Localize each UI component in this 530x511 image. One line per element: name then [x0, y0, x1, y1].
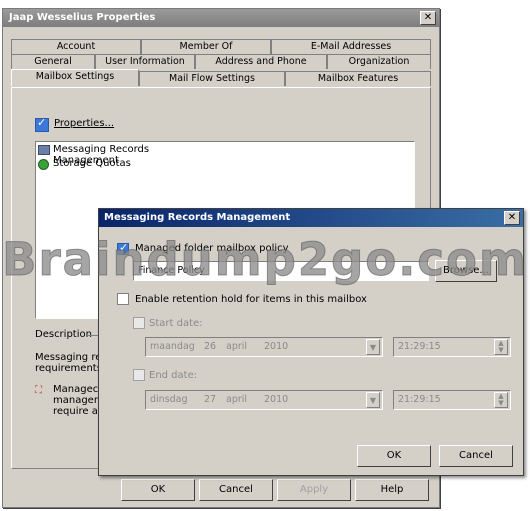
end-day: dinsdag — [150, 394, 188, 405]
managed-folder-checkbox[interactable] — [117, 241, 129, 255]
end-date-checkbox[interactable] — [133, 369, 145, 381]
spin-icon[interactable]: ▲ ▼ — [494, 392, 508, 408]
storage-icon — [38, 159, 49, 170]
list-item[interactable]: Storage Quotas — [38, 158, 218, 172]
end-year: 2010 — [264, 394, 289, 405]
end-date-picker[interactable]: dinsdag 27 april 2010 ▼ — [145, 390, 383, 410]
tab-general[interactable]: General — [11, 54, 95, 69]
warning-icon: ⛶ — [35, 385, 42, 396]
cancel-button[interactable]: Cancel — [199, 479, 273, 501]
description-bullet: managen — [53, 395, 101, 406]
description-text: requirements — [35, 363, 102, 374]
end-day-number: 27 — [204, 394, 217, 405]
chevron-down-icon[interactable]: ▼ — [366, 392, 380, 408]
window-title: Jaap Wesselius Properties — [9, 12, 156, 23]
start-month: april — [226, 341, 248, 352]
tab-member-of[interactable]: Member Of — [141, 39, 271, 54]
description-bullet: Managec — [53, 384, 99, 395]
spin-icon[interactable]: ▲ ▼ — [494, 339, 508, 355]
end-time-field[interactable]: 21:29:15 ▲ ▼ — [393, 390, 511, 410]
records-icon — [38, 145, 50, 155]
dialog-cancel-button[interactable]: Cancel — [439, 445, 513, 467]
start-time: 21:29:15 — [398, 341, 441, 352]
start-date-picker[interactable]: maandag 26 april 2010 ▼ — [145, 337, 383, 357]
start-day-number: 26 — [204, 341, 217, 352]
description-text: Messaging re — [35, 352, 102, 363]
managed-folder-label: Managed folder mailbox policy — [135, 243, 289, 254]
dialog-title: Messaging Records Management — [104, 212, 291, 223]
tab-organization[interactable]: Organization — [327, 54, 431, 69]
dialog-close-button[interactable]: ✕ — [504, 211, 520, 225]
properties-button[interactable]: Properties... — [35, 116, 155, 133]
help-button[interactable]: Help — [355, 479, 429, 501]
tab-user-information[interactable]: User Information — [95, 54, 195, 69]
tab-account[interactable]: Account — [11, 39, 141, 54]
properties-icon — [35, 116, 49, 132]
chevron-down-icon[interactable]: ▼ — [366, 339, 380, 355]
list-item[interactable]: Messaging Records Management — [38, 144, 218, 166]
tab-address-and-phone[interactable]: Address and Phone — [195, 54, 327, 69]
records-management-dialog: Messaging Records Management ✕ Managed f… — [98, 208, 524, 476]
start-time-field[interactable]: 21:29:15 ▲ ▼ — [393, 337, 511, 357]
retention-hold-checkbox[interactable] — [117, 293, 129, 305]
start-year: 2010 — [264, 341, 289, 352]
close-button[interactable]: ✕ — [420, 11, 436, 25]
properties-label: Properties... — [54, 118, 115, 129]
end-month: april — [226, 394, 248, 405]
description-bullet: require ar — [53, 406, 102, 417]
policy-field[interactable]: Finance Policy — [133, 261, 429, 281]
start-date-checkbox[interactable] — [133, 317, 145, 329]
end-time: 21:29:15 — [398, 394, 441, 405]
window-titlebar[interactable]: Jaap Wesselius Properties — [3, 9, 439, 27]
dialog-ok-button[interactable]: OK — [357, 445, 431, 467]
start-date-label: Start date: — [149, 318, 203, 329]
start-day: maandag — [150, 341, 195, 352]
dialog-titlebar[interactable]: Messaging Records Management — [99, 209, 523, 227]
list-item-label: Storage Quotas — [53, 158, 131, 169]
tab-mailbox-settings[interactable]: Mailbox Settings — [11, 69, 139, 86]
tab-mailbox-features[interactable]: Mailbox Features — [285, 71, 431, 86]
end-date-label: End date: — [149, 370, 198, 381]
retention-hold-label: Enable retention hold for items in this … — [135, 294, 367, 305]
description-label: Description — [35, 329, 92, 340]
description-divider — [88, 335, 98, 336]
tab-email-addresses[interactable]: E-Mail Addresses — [271, 39, 431, 54]
ok-button[interactable]: OK — [121, 479, 195, 501]
apply-button[interactable]: Apply — [277, 479, 351, 501]
browse-button[interactable]: Browse... — [435, 260, 497, 282]
tab-mail-flow-settings[interactable]: Mail Flow Settings — [139, 71, 285, 86]
